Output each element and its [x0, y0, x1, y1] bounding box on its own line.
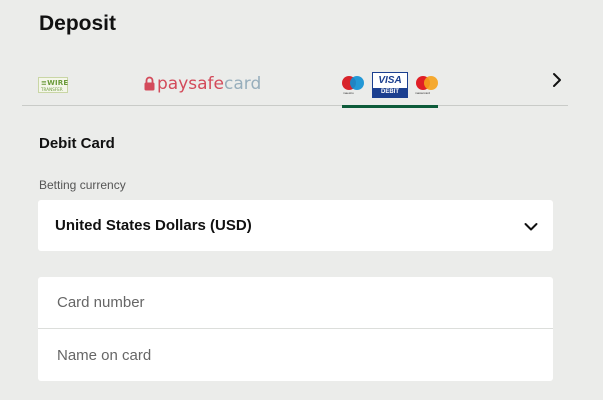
tab-debit-card[interactable]: maestro VISA DEBIT mastercard [342, 60, 438, 108]
debit-label: DEBIT [373, 88, 407, 97]
tab-paysafecard[interactable]: paysafecard [144, 60, 261, 106]
wire-transfer-logo: ≡WIRE TRANSFER [38, 77, 68, 93]
currency-value: United States Dollars (USD) [55, 217, 252, 234]
mastercard-label: mastercard [415, 91, 431, 95]
name-on-card-input[interactable] [38, 329, 553, 381]
currency-label: Betting currency [39, 178, 126, 192]
currency-select[interactable]: United States Dollars (USD) [38, 200, 553, 251]
selected-tab-indicator [342, 105, 438, 108]
visa-label: VISA [378, 75, 402, 86]
chevron-down-icon [524, 219, 538, 231]
card-number-field-wrapper [38, 277, 553, 329]
payment-method-tabs: ≡WIRE TRANSFER paysafecard maestro VISA … [22, 60, 568, 108]
name-on-card-field-wrapper [38, 329, 553, 381]
card-number-input[interactable] [38, 277, 553, 328]
paysafe-text: paysafe [157, 74, 224, 94]
chevron-right-icon[interactable] [548, 70, 566, 90]
debit-card-logos: maestro VISA DEBIT mastercard [342, 70, 438, 98]
mastercard-icon [416, 76, 438, 90]
paysafe-card-text: card [224, 74, 262, 94]
maestro-icon [342, 76, 364, 90]
lock-icon [144, 76, 155, 96]
wire-logo-subtext: TRANSFER [41, 87, 63, 92]
maestro-label: maestro [343, 91, 354, 95]
tab-wire-transfer[interactable]: ≡WIRE TRANSFER [36, 60, 72, 106]
card-details-form [38, 277, 553, 381]
section-title: Debit Card [39, 135, 115, 152]
visa-debit-icon: VISA DEBIT [372, 72, 408, 98]
paysafecard-logo: paysafecard [144, 74, 261, 96]
page-title: Deposit [39, 12, 117, 35]
wire-logo-text: ≡WIRE [41, 79, 69, 87]
